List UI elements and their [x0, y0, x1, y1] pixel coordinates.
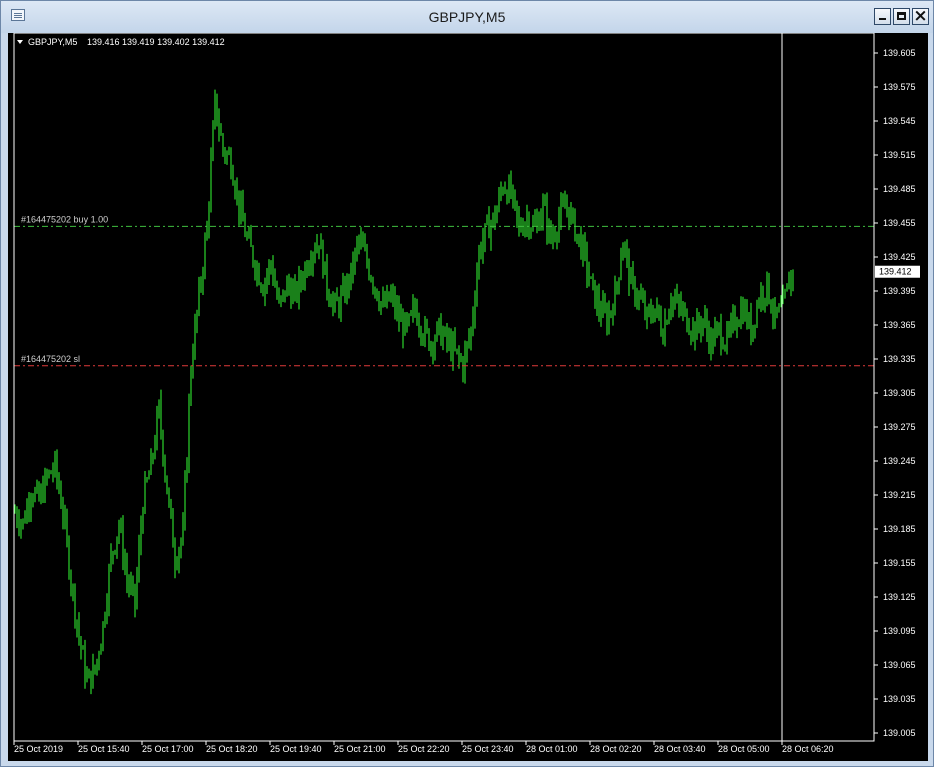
y-tick-label: 139.425: [883, 252, 916, 262]
x-tick-label: 25 Oct 15:40: [78, 744, 130, 754]
y-tick-label: 139.215: [883, 490, 916, 500]
x-tick-label: 25 Oct 23:40: [462, 744, 514, 754]
y-tick-label: 139.545: [883, 116, 916, 126]
y-tick-label: 139.065: [883, 660, 916, 670]
current-price-label: 139.412: [875, 265, 920, 278]
y-tick-label: 139.455: [883, 218, 916, 228]
x-tick-label: 25 Oct 2019: [14, 744, 63, 754]
y-tick-label: 139.305: [883, 388, 916, 398]
x-tick-label: 25 Oct 18:20: [206, 744, 258, 754]
y-tick-label: 139.275: [883, 422, 916, 432]
x-tick-label: 28 Oct 05:00: [718, 744, 770, 754]
x-tick-label: 28 Oct 06:20: [782, 744, 834, 754]
y-tick-label: 139.365: [883, 320, 916, 330]
window-title: GBPJPY,M5: [428, 9, 506, 25]
y-tick-label: 139.395: [883, 286, 916, 296]
x-tick-label: 28 Oct 02:20: [590, 744, 642, 754]
y-tick-label: 139.335: [883, 354, 916, 364]
stop-loss-label: #164475202 sl: [21, 354, 80, 364]
close-button[interactable]: [912, 6, 929, 26]
chart-canvas[interactable]: #164475202 buy 1.00 #164475202 sl 139.60…: [8, 32, 928, 761]
y-tick-label: 139.515: [883, 150, 916, 160]
chart-header: GBPJPY,M5 139.416 139.419 139.402 139.41…: [17, 37, 225, 47]
x-tick-label: 25 Oct 19:40: [270, 744, 322, 754]
x-tick-label: 25 Oct 17:00: [142, 744, 194, 754]
y-tick-label: 139.485: [883, 184, 916, 194]
x-tick-label: 28 Oct 03:40: [654, 744, 706, 754]
window-controls: [874, 6, 929, 26]
minimize-button[interactable]: [874, 8, 891, 25]
chart-background: [8, 33, 928, 761]
current-price-text: 139.412: [879, 267, 912, 277]
y-tick-label: 139.605: [883, 48, 916, 58]
y-tick-label: 139.095: [883, 626, 916, 636]
x-tick-label: 28 Oct 01:00: [526, 744, 578, 754]
title-bar[interactable]: GBPJPY,M5: [1, 1, 933, 33]
y-tick-label: 139.155: [883, 558, 916, 568]
y-tick-label: 139.245: [883, 456, 916, 466]
symbol-label: GBPJPY,M5: [28, 37, 77, 47]
x-tick-label: 25 Oct 21:00: [334, 744, 386, 754]
y-tick-label: 139.125: [883, 592, 916, 602]
maximize-button[interactable]: [893, 8, 910, 25]
y-tick-label: 139.185: [883, 524, 916, 534]
y-tick-label: 139.035: [883, 694, 916, 704]
y-tick-label: 139.575: [883, 82, 916, 92]
chart-window: GBPJPY,M5 #164475202 buy 1.00 #164475202…: [0, 0, 934, 767]
buy-order-label: #164475202 buy 1.00: [21, 214, 108, 224]
x-tick-label: 25 Oct 22:20: [398, 744, 450, 754]
ohlc-values: 139.416 139.419 139.402 139.412: [87, 37, 225, 47]
price-chart[interactable]: #164475202 buy 1.00 #164475202 sl 139.60…: [8, 32, 928, 761]
y-tick-label: 139.005: [883, 728, 916, 738]
